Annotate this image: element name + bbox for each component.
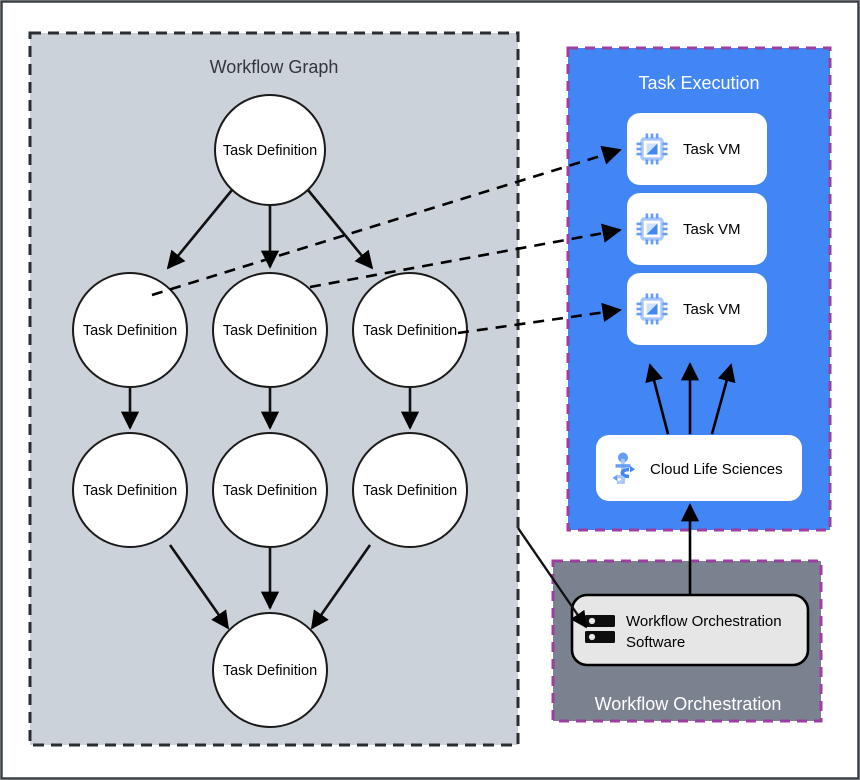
task-vm-list: Task VM Task VM Task VM: [627, 113, 767, 345]
task-execution-title: Task Execution: [638, 73, 759, 93]
cloud-life-sciences-label: Cloud Life Sciences: [650, 461, 783, 478]
task-definition-node[interactable]: Task Definition: [212, 272, 328, 388]
task-definition-node[interactable]: Task Definition: [214, 94, 326, 206]
task-definition-node-label: Task Definition: [223, 323, 317, 339]
task-definition-node-label: Task Definition: [223, 143, 317, 159]
task-definition-node[interactable]: Task Definition: [72, 432, 188, 548]
workflow-graph-title: Workflow Graph: [210, 57, 339, 77]
task-definition-node[interactable]: Task Definition: [72, 272, 188, 388]
task-definition-node-label: Task Definition: [363, 483, 457, 499]
task-definition-node-label: Task Definition: [363, 323, 457, 339]
task-definition-node[interactable]: Task Definition: [212, 612, 328, 728]
orchestration-software-label-line1: Workflow Orchestration: [626, 613, 782, 630]
task-definition-node-label: Task Definition: [223, 483, 317, 499]
cloud-life-sciences-card[interactable]: Cloud Life Sciences: [596, 435, 802, 501]
task-vm-label: Task VM: [683, 301, 741, 318]
task-definition-node-label: Task Definition: [223, 663, 317, 679]
task-vm-card[interactable]: Task VM: [627, 193, 767, 265]
workflow-orchestration-title: Workflow Orchestration: [595, 694, 782, 714]
task-vm-card[interactable]: Task VM: [627, 113, 767, 185]
task-definition-node-label: Task Definition: [83, 323, 177, 339]
task-vm-card[interactable]: Task VM: [627, 273, 767, 345]
task-vm-label: Task VM: [683, 221, 741, 238]
task-vm-label: Task VM: [683, 141, 741, 158]
task-definition-node[interactable]: Task Definition: [212, 432, 328, 548]
workflow-orchestration-software-card[interactable]: Workflow Orchestration Software: [570, 593, 810, 667]
diagram-canvas: Workflow Graph Task Definition Task Defi…: [0, 0, 860, 780]
task-definition-node-label: Task Definition: [83, 483, 177, 499]
architecture-diagram: Workflow Graph Task Definition Task Defi…: [0, 0, 860, 780]
orchestration-software-label-line2: Software: [626, 634, 685, 651]
task-definition-node[interactable]: Task Definition: [352, 432, 468, 548]
task-definition-node[interactable]: Task Definition: [352, 272, 468, 388]
